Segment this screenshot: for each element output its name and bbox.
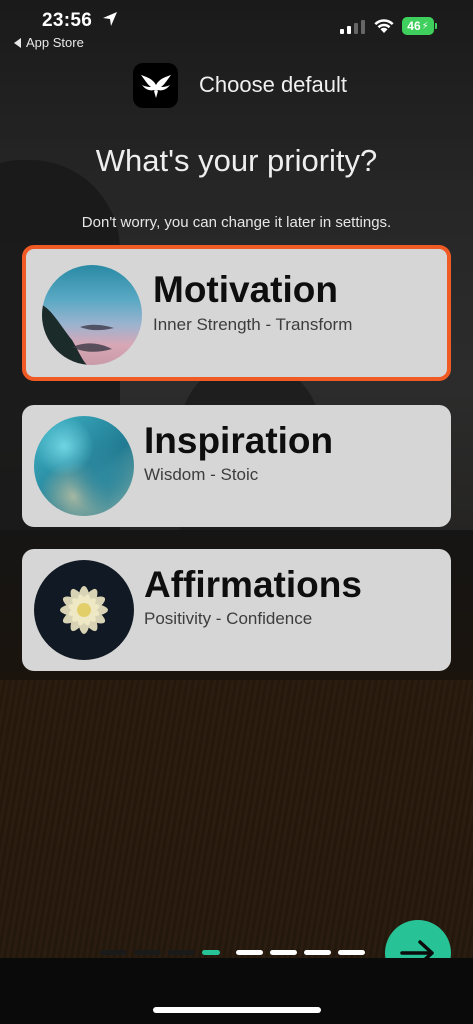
category-title: Affirmations xyxy=(144,564,362,605)
battery-level: 46 xyxy=(407,19,421,33)
category-subtitle: Inner Strength - Transform xyxy=(153,315,353,334)
category-title: Inspiration xyxy=(144,420,334,461)
back-to-app-store-link[interactable]: App Store xyxy=(14,35,84,50)
pagination-dot xyxy=(236,950,263,955)
phoenix-logo-icon xyxy=(133,63,178,108)
page-title: What's your priority? xyxy=(95,143,378,178)
pagination-dot-active xyxy=(202,950,220,955)
cellular-signal-icon xyxy=(340,20,365,34)
pagination-dot xyxy=(134,950,161,955)
battery-charging-icon: 46 ⚡ xyxy=(402,17,437,35)
category-subtitle: Positivity - Confidence xyxy=(144,609,313,628)
background-grass xyxy=(0,680,473,958)
flower-icon xyxy=(60,586,108,634)
category-card-inspiration[interactable]: Inspiration Wisdom - Stoic xyxy=(22,405,451,527)
wifi-icon xyxy=(374,19,394,33)
bottom-bar xyxy=(0,958,473,1024)
home-indicator[interactable] xyxy=(153,1007,321,1013)
category-card-motivation[interactable]: Motivation Inner Strength - Transform xyxy=(22,245,451,381)
charging-bolt-icon: ⚡ xyxy=(421,20,429,32)
category-title: Motivation xyxy=(153,269,338,310)
back-app-label: App Store xyxy=(26,35,84,50)
pagination-dot xyxy=(270,950,297,955)
inspiration-thumbnail xyxy=(34,416,134,516)
category-subtitle: Wisdom - Stoic xyxy=(144,465,259,484)
affirmations-thumbnail xyxy=(34,560,134,660)
motivation-thumbnail xyxy=(42,265,142,365)
page-subtitle: Don't worry, you can change it later in … xyxy=(81,214,392,231)
status-time: 23:56 xyxy=(42,10,93,31)
category-card-affirmations[interactable]: Affirmations Positivity - Confidence xyxy=(22,549,451,671)
location-arrow-icon xyxy=(103,12,117,26)
pagination-dot xyxy=(100,950,127,955)
pagination-dot xyxy=(338,950,365,955)
header-label: Choose default xyxy=(199,72,347,97)
pagination-dot xyxy=(168,950,195,955)
pagination-dot xyxy=(304,950,331,955)
back-triangle-icon xyxy=(14,38,21,48)
